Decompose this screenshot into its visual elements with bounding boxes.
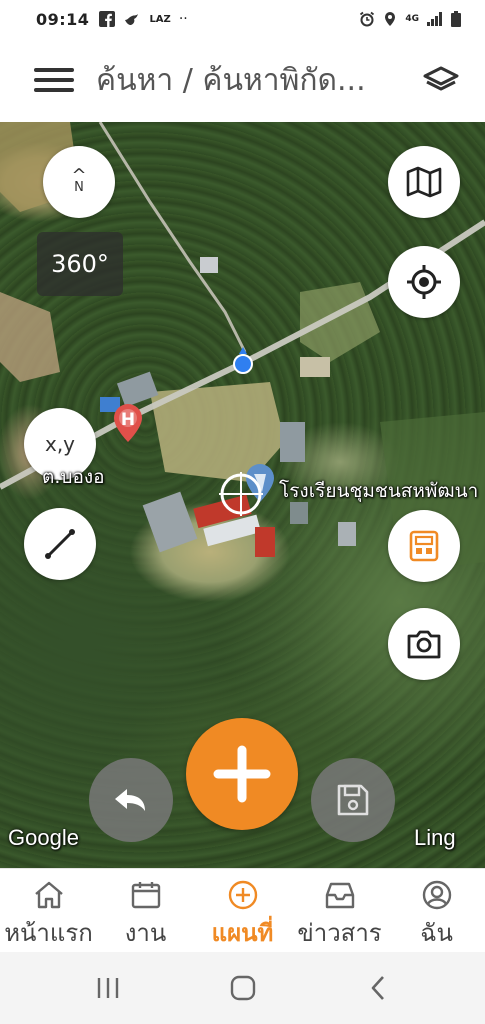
user-icon	[422, 880, 451, 910]
more-dots-icon: ··	[178, 11, 188, 27]
bird-icon	[125, 14, 139, 25]
page-title: ค้นหา / ค้นหาพิกัด...	[96, 62, 366, 98]
tab-home-label: หน้าแรก	[4, 919, 93, 947]
tab-me-label: ฉัน	[420, 919, 453, 947]
tab-map[interactable]: แผนที่	[194, 869, 291, 952]
home-icon	[34, 881, 63, 909]
tab-news-label: ข่าวสาร	[297, 919, 382, 947]
hospital-marker-icon: H	[121, 410, 135, 430]
tab-home[interactable]: หน้าแรก	[0, 869, 97, 952]
camera-button[interactable]	[388, 608, 460, 680]
facebook-icon	[99, 11, 116, 27]
measure-line-button[interactable]	[24, 508, 96, 580]
calendar-icon	[131, 882, 160, 909]
map-view[interactable]: H ^ N 360° x,y ต.บองอ โรงเรียนชุมชนสหพัฒ…	[0, 122, 485, 868]
xy-label: x,y	[44, 432, 76, 456]
tab-map-label: แผนที่	[211, 919, 274, 947]
chevron-left-icon	[371, 976, 384, 1000]
inbox-icon	[325, 882, 354, 909]
google-logo: Google	[8, 825, 79, 850]
bottom-tab-bar: หน้าแรก งาน แผนที่ ข่าวสาร ฉัน	[0, 868, 485, 952]
heading-badge: 360°	[37, 232, 123, 296]
status-time: 09:14	[36, 9, 90, 29]
layers-icon[interactable]	[421, 60, 461, 100]
recent-apps-button[interactable]	[78, 958, 138, 1018]
tab-tasks[interactable]: งาน	[97, 869, 194, 952]
lazada-icon: LAZ	[149, 13, 171, 25]
calculator-icon	[409, 530, 439, 562]
signal-icon	[427, 12, 442, 26]
camera-icon	[407, 630, 441, 659]
status-bar: 09:14 LAZ ·· 4G	[0, 0, 485, 38]
calculator-button[interactable]	[388, 510, 460, 582]
tab-me[interactable]: ฉัน	[388, 869, 485, 952]
line-measure-icon	[45, 529, 75, 559]
notification-icons: LAZ ··	[99, 11, 188, 27]
plus-icon	[213, 745, 271, 803]
hospital-label: ต.บองอ	[42, 466, 105, 488]
compass-button[interactable]: ^ N	[43, 146, 115, 218]
menu-icon[interactable]	[34, 65, 74, 95]
map-icon	[406, 166, 442, 198]
add-point-button[interactable]	[186, 718, 298, 830]
undo-button[interactable]	[89, 758, 173, 842]
compass-label: N	[74, 180, 84, 195]
alarm-icon	[360, 11, 375, 27]
home-nav-icon	[230, 975, 255, 1001]
home-nav-button[interactable]	[213, 958, 273, 1018]
4g-icon: 4G	[405, 13, 419, 24]
app-header: ค้นหา / ค้นหาพิกัด...	[0, 38, 485, 122]
tab-news[interactable]: ข่าวสาร	[291, 869, 388, 952]
floppy-disk-icon	[337, 784, 369, 816]
undo-icon	[115, 789, 145, 811]
back-button[interactable]	[348, 958, 408, 1018]
add-circle-icon	[228, 880, 257, 910]
system-nav-bar	[0, 952, 485, 1024]
school-label: โรงเรียนชุมชนสหพัฒนา	[279, 480, 479, 502]
map-type-button[interactable]	[388, 146, 460, 218]
location-icon	[385, 12, 396, 26]
battery-icon	[451, 11, 461, 27]
recent-apps-icon	[97, 978, 118, 998]
my-location-button[interactable]	[388, 246, 460, 318]
crosshair-icon	[407, 265, 441, 299]
system-icons: 4G	[359, 11, 461, 27]
save-button[interactable]	[311, 758, 395, 842]
ling-label: Ling	[414, 825, 456, 850]
tab-tasks-label: งาน	[124, 919, 167, 947]
